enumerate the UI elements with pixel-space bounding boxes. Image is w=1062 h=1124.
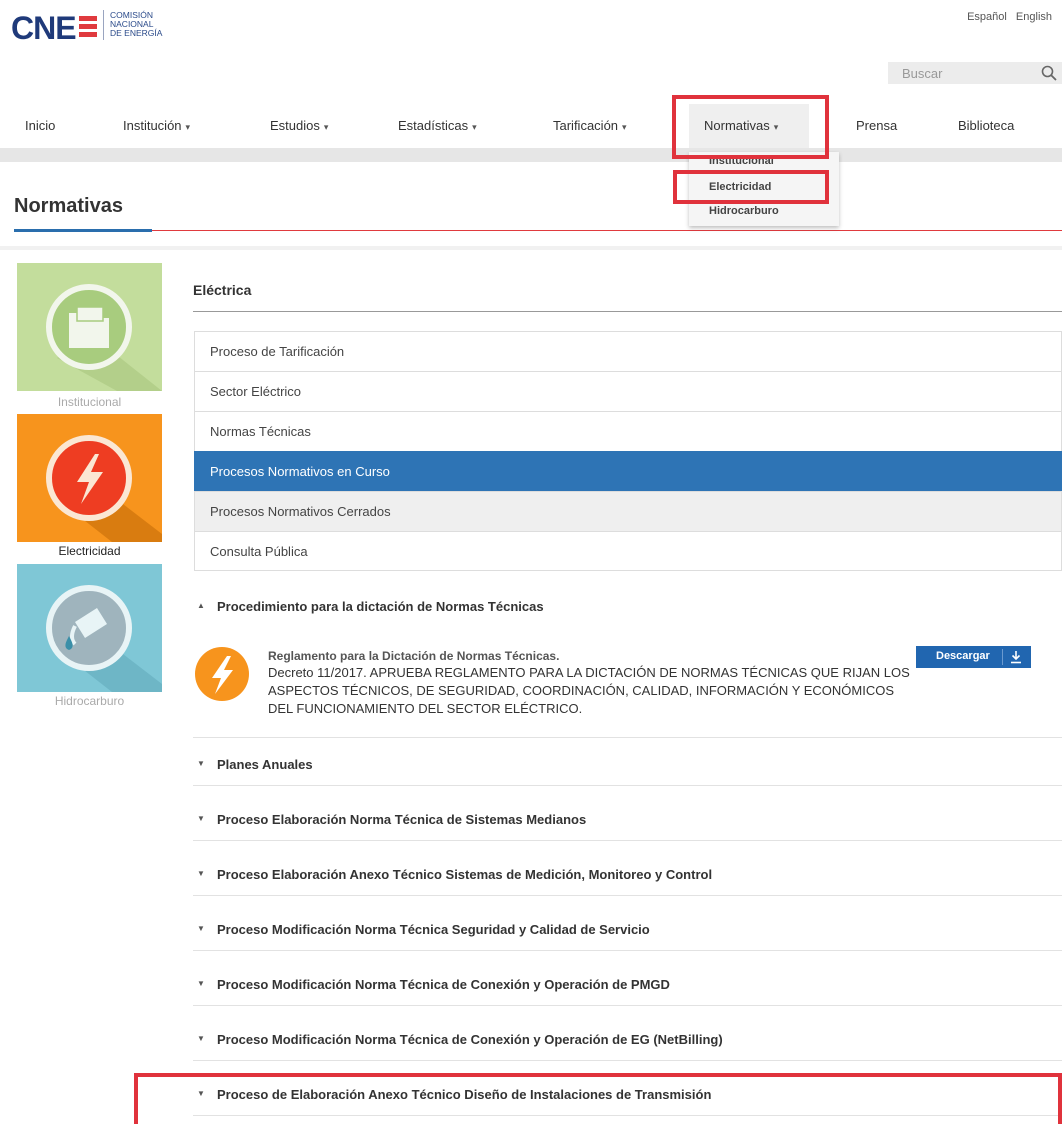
fuel-nozzle-icon bbox=[17, 564, 162, 692]
category-label-institucional: Institucional bbox=[57, 395, 122, 409]
caret-down-icon: ▾ bbox=[472, 122, 477, 132]
accordion-item-seguridad-calidad[interactable]: ▼ Proceso Modificación Norma Técnica Seg… bbox=[193, 911, 1062, 951]
nav-item-biblioteca[interactable]: Biblioteca bbox=[958, 104, 1014, 148]
chevron-down-icon: ▼ bbox=[197, 869, 205, 878]
sub-menu: Proceso de Tarificación Sector Eléctrico… bbox=[194, 331, 1062, 571]
normativas-dropdown: Institucional Electricidad Hidrocarburo bbox=[689, 152, 839, 226]
category-label-electricidad: Electricidad bbox=[58, 544, 121, 558]
nav-item-normativas[interactable]: Normativas ▾ bbox=[689, 104, 809, 148]
nav-label: Tarificación bbox=[553, 118, 619, 133]
accordion-label: Proceso Elaboración Anexo Técnico Sistem… bbox=[217, 867, 713, 882]
chevron-down-icon: ▼ bbox=[197, 759, 205, 768]
nav-label: Prensa bbox=[856, 118, 898, 133]
lightning-icon bbox=[17, 414, 162, 542]
accordion-item-procedimiento[interactable]: ▲ Procedimiento para la dictación de Nor… bbox=[193, 588, 1062, 628]
sub-menu-item-tarificacion[interactable]: Proceso de Tarificación bbox=[194, 331, 1062, 371]
page-title: Normativas bbox=[14, 195, 123, 217]
chevron-down-icon: ▼ bbox=[197, 1034, 205, 1043]
document-title[interactable]: Reglamento para la Dictación de Normas T… bbox=[268, 649, 559, 663]
document-description: Decreto 11/2017. APRUEBA REGLAMENTO PARA… bbox=[268, 665, 910, 716]
lang-english-link[interactable]: English bbox=[1016, 11, 1052, 23]
sub-menu-item-sector-electrico[interactable]: Sector Eléctrico bbox=[194, 371, 1062, 411]
nav-item-prensa[interactable]: Prensa bbox=[856, 104, 897, 148]
sub-menu-item-consulta-publica[interactable]: Consulta Pública bbox=[194, 531, 1062, 571]
caret-down-icon: ▾ bbox=[773, 122, 779, 132]
section-divider bbox=[193, 311, 1062, 312]
button-divider bbox=[1002, 649, 1003, 665]
cne-logo[interactable]: CNE COMISIÓN NACIONAL DE ENERGÍA bbox=[11, 4, 181, 46]
main-nav: Inicio Institución ▾ Estudios ▾ Estadístic… bbox=[0, 104, 1062, 148]
sub-menu-item-procesos-cerrados[interactable]: Procesos Normativos Cerrados bbox=[194, 491, 1062, 531]
accordion-label: Proceso Modificación Norma Técnica Segur… bbox=[217, 922, 650, 937]
accordion-item-planes-anuales[interactable]: ▼ Planes Anuales bbox=[193, 746, 1062, 786]
sub-menu-item-procesos-en-curso[interactable]: Procesos Normativos en Curso bbox=[194, 451, 1062, 491]
nav-shadow bbox=[0, 148, 1062, 162]
nav-label: Biblioteca bbox=[958, 118, 1015, 133]
caret-down-icon: ▾ bbox=[185, 122, 191, 132]
nav-item-estudios[interactable]: Estudios ▾ bbox=[270, 104, 328, 148]
search-icon[interactable] bbox=[1040, 64, 1058, 82]
logo-line-3: DE ENERGÍA bbox=[110, 28, 163, 38]
accordion-label: Procedimiento para la dictación de Norma… bbox=[217, 599, 544, 614]
accordion-item-sistemas-medianos[interactable]: ▼ Proceso Elaboración Norma Técnica de S… bbox=[193, 801, 1062, 841]
download-label: Descargar bbox=[936, 650, 990, 662]
category-tile-electricidad[interactable] bbox=[17, 414, 162, 542]
category-tile-institucional[interactable] bbox=[17, 263, 162, 391]
main-content: Institucional Electricidad Hidrocarburo … bbox=[0, 250, 1062, 1124]
chevron-down-icon: ▼ bbox=[197, 1089, 205, 1098]
search-box bbox=[888, 62, 1062, 84]
dropdown-item-electricidad[interactable]: Electricidad bbox=[709, 181, 771, 193]
accordion-label: Proceso Elaboración Norma Técnica de Sis… bbox=[217, 812, 587, 827]
section-heading: Eléctrica bbox=[193, 282, 252, 298]
title-band: Normativas bbox=[0, 162, 1062, 246]
category-label-hidrocarburo: Hidrocarburo bbox=[54, 694, 125, 708]
language-switcher: Español English bbox=[961, 11, 1052, 23]
title-accent-bar bbox=[14, 229, 152, 232]
accordion-item-netbilling[interactable]: ▼ Proceso Modificación Norma Técnica de … bbox=[193, 1021, 1062, 1061]
accordion-item-pmgd[interactable]: ▼ Proceso Modificación Norma Técnica de … bbox=[193, 966, 1062, 1006]
dropdown-item-hidrocarburo[interactable]: Hidrocarburo bbox=[709, 205, 779, 217]
logo-wordmark: CNE bbox=[11, 10, 76, 46]
chevron-down-icon: ▼ bbox=[197, 814, 205, 823]
accordion-label: Planes Anuales bbox=[217, 757, 313, 772]
category-tile-hidrocarburo[interactable] bbox=[17, 564, 162, 692]
nav-item-inicio[interactable]: Inicio bbox=[25, 104, 55, 148]
logo-graphic: CNE COMISIÓN NACIONAL DE ENERGÍA bbox=[11, 10, 163, 46]
caret-down-icon: ▾ bbox=[622, 122, 627, 132]
nav-label: Normativas bbox=[704, 118, 770, 133]
download-button[interactable]: Descargar bbox=[916, 646, 1031, 668]
accordion-item-transmision[interactable]: ▼ Proceso de Elaboración Anexo Técnico D… bbox=[193, 1076, 1062, 1116]
accordion-item-medicion-monitoreo[interactable]: ▼ Proceso Elaboración Anexo Técnico Sist… bbox=[193, 856, 1062, 896]
sub-menu-item-normas-tecnicas[interactable]: Normas Técnicas bbox=[194, 411, 1062, 451]
nav-label: Estadísticas bbox=[398, 118, 469, 133]
lang-spanish-link[interactable]: Español bbox=[967, 11, 1007, 23]
lightning-icon bbox=[195, 647, 249, 701]
chevron-down-icon: ▼ bbox=[197, 924, 205, 933]
document-separator bbox=[193, 737, 1062, 738]
folder-icon bbox=[17, 263, 162, 391]
nav-label: Estudios bbox=[270, 118, 320, 133]
title-divider bbox=[14, 230, 1062, 231]
chevron-up-icon: ▲ bbox=[197, 601, 205, 610]
nav-item-estadisticas[interactable]: Estadísticas ▾ bbox=[398, 104, 477, 148]
search-input[interactable] bbox=[888, 62, 1038, 84]
accordion-label: Proceso Modificación Norma Técnica de Co… bbox=[217, 977, 670, 992]
download-icon bbox=[1011, 651, 1021, 664]
nav-label: Inicio bbox=[25, 118, 56, 133]
accordion-label: Proceso de Elaboración Anexo Técnico Dis… bbox=[217, 1087, 712, 1102]
nav-item-institucion[interactable]: Institución ▾ bbox=[123, 104, 190, 148]
nav-item-tarificacion[interactable]: Tarificación ▾ bbox=[553, 104, 627, 148]
chevron-down-icon: ▼ bbox=[197, 979, 205, 988]
site-header: CNE COMISIÓN NACIONAL DE ENERGÍA Español… bbox=[0, 0, 1062, 148]
accordion-label: Proceso Modificación Norma Técnica de Co… bbox=[217, 1032, 723, 1047]
nav-label: Institución bbox=[123, 118, 182, 133]
caret-down-icon: ▾ bbox=[323, 122, 329, 132]
dropdown-item-institucional[interactable]: Institucional bbox=[709, 155, 774, 167]
